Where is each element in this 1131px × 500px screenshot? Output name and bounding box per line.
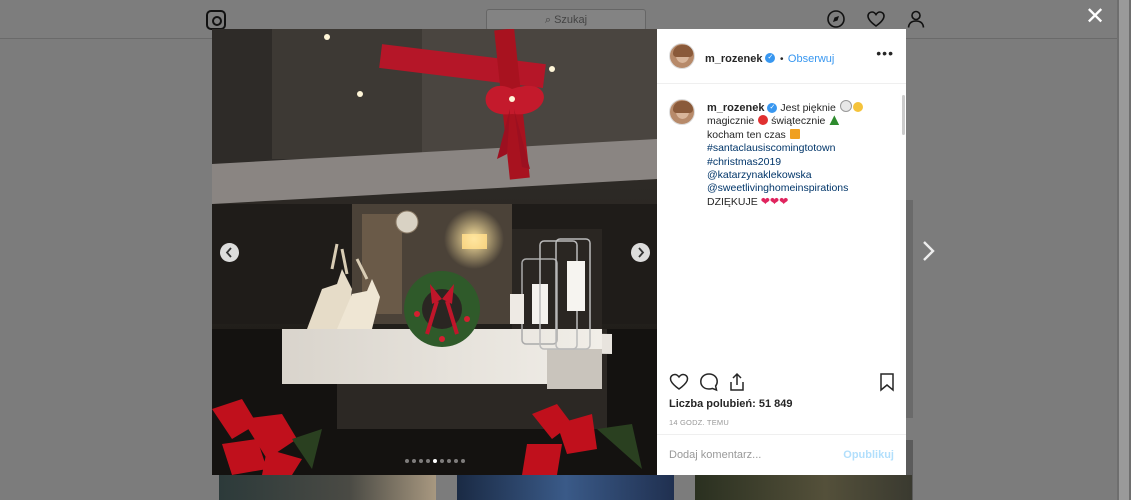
carousel-dot — [411, 459, 416, 463]
page-scrollbar-thumb[interactable] — [1119, 0, 1129, 500]
caption-text: świątecznie — [771, 115, 826, 128]
caption-text: kocham ten czas — [707, 128, 786, 141]
caption-username-link[interactable]: m_rozenek — [707, 102, 764, 114]
panel-scrollbar[interactable] — [902, 95, 905, 135]
background-post-edge — [906, 200, 913, 418]
publish-button[interactable]: Opublikuj — [843, 449, 894, 461]
like-heart-icon[interactable] — [669, 372, 689, 392]
post-timestamp[interactable]: 14 GODZ. TEMU — [669, 418, 729, 427]
verified-badge-icon: ✓ — [767, 103, 778, 114]
carousel-dot — [425, 459, 430, 463]
snowman-emoji-icon — [839, 100, 852, 112]
carousel-dot — [460, 459, 465, 463]
likes-number: 51 849 — [758, 398, 793, 410]
comment-bubble-icon[interactable] — [699, 372, 719, 392]
caption-text: Jest pięknie — [780, 102, 836, 114]
mention-link[interactable]: @sweetlivinghomeinspirations — [707, 182, 848, 194]
background-thumbnail[interactable] — [457, 475, 674, 500]
instagram-logo-icon[interactable] — [206, 10, 226, 30]
separator-dot: • — [779, 54, 784, 65]
post-panel: m_rozenek ✓ • Obserwuj ••• m_rozenek ✓ Jes… — [657, 29, 906, 475]
hashtag-link[interactable]: #santaclausiscomingtotown — [707, 142, 835, 154]
carousel-indicator — [212, 459, 657, 463]
christmas-interior-image — [212, 29, 657, 475]
carousel-dot — [404, 459, 409, 463]
caption-text: DZIĘKUJE — [707, 195, 758, 208]
verified-badge-icon: ✓ — [765, 52, 776, 63]
previous-slide-button[interactable] — [220, 243, 239, 262]
profile-person-icon[interactable] — [906, 9, 926, 29]
likes-label: Liczba polubień: — [669, 398, 756, 410]
activity-heart-icon[interactable] — [866, 9, 886, 29]
carousel-dot — [432, 459, 437, 463]
avatar[interactable] — [669, 99, 695, 125]
caption-text: magicznie — [707, 115, 755, 128]
close-icon[interactable]: ✕ — [1084, 5, 1106, 29]
save-bookmark-icon[interactable] — [877, 372, 897, 392]
carousel-dot — [439, 459, 444, 463]
mention-link[interactable]: @katarzynaklekowska — [707, 169, 812, 181]
post-actions — [669, 372, 897, 394]
santa-emoji-icon — [758, 115, 769, 126]
carousel-dot — [453, 459, 458, 463]
next-slide-button[interactable] — [631, 243, 650, 262]
next-post-arrow-icon[interactable] — [918, 238, 940, 264]
red-heart-emoji-icon: ❤ — [779, 195, 789, 208]
smiling-face-emoji-icon — [852, 102, 863, 112]
post-header: m_rozenek ✓ • Obserwuj ••• — [657, 29, 906, 84]
gift-emoji-icon — [789, 128, 800, 139]
chevron-right-icon — [638, 247, 645, 258]
likes-count[interactable]: Liczba polubień: 51 849 — [669, 398, 793, 410]
post-caption: m_rozenek ✓ Jest pięknie magicznie świąte… — [707, 100, 897, 209]
page-scrollbar[interactable] — [1117, 0, 1131, 500]
avatar[interactable] — [669, 43, 695, 69]
chevron-left-icon — [225, 247, 232, 258]
carousel-dot — [418, 459, 423, 463]
red-heart-emoji-icon: ❤ — [769, 195, 780, 208]
more-options-icon[interactable]: ••• — [876, 45, 894, 61]
comment-bar: Dodaj komentarz... Opublikuj — [657, 434, 906, 476]
hashtag-link[interactable]: #christmas2019 — [707, 156, 781, 168]
username-link[interactable]: m_rozenek — [705, 53, 762, 65]
background-thumbnail[interactable] — [695, 475, 912, 500]
comment-input[interactable]: Dodaj komentarz... — [669, 449, 761, 461]
christmas-tree-emoji-icon — [829, 115, 840, 126]
post-photo[interactable] — [212, 29, 657, 475]
red-heart-emoji-icon: ❤ — [760, 195, 770, 208]
background-thumbnail[interactable] — [219, 475, 436, 500]
explore-compass-icon[interactable] — [826, 9, 846, 29]
search-placeholder: Szukaj — [554, 14, 588, 26]
carousel-dot — [446, 459, 451, 463]
follow-button[interactable]: Obserwuj — [788, 53, 834, 65]
post-author-line: m_rozenek ✓ • Obserwuj — [705, 49, 834, 67]
share-icon[interactable] — [727, 372, 747, 392]
search-input[interactable]: ⌕ Szukaj — [486, 9, 646, 31]
